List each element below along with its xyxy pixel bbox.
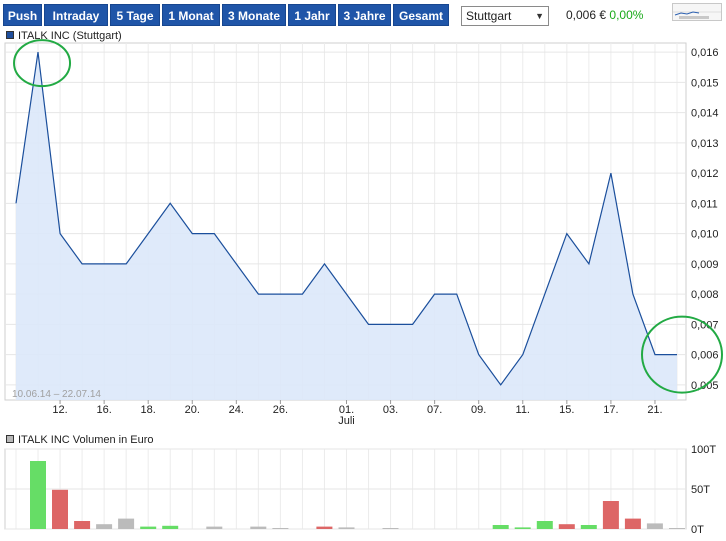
price-x-tick-label: 09. [471,404,486,416]
volume-bar [492,525,509,529]
price-x-tick-label: 26. [273,404,288,416]
volume-bar [669,528,685,529]
price-x-tick-label: 07. [427,404,442,416]
price-x-tick-label: 11. [516,404,530,416]
price-x-tick-label: 18. [141,404,156,416]
volume-y-tick-label: 50T [691,484,710,496]
date-range-label: 10.06.14 – 22.07.14 [12,389,101,400]
price-x-tick-label: 12. [52,404,67,416]
volume-y-tick-label: 0T [691,524,704,536]
price-y-tick-label: 0,010 [691,229,719,241]
volume-bar [646,523,663,529]
price-y-tick-label: 0,014 [691,108,719,120]
volume-bar [74,521,91,529]
price-chart: 0,016 0,015 0,014 0,013 0,012 0,011 0,010 0,009… [4,39,723,536]
volume-bar [30,461,46,529]
price-y-tick-label: 0,012 [691,168,719,180]
volume-bar [602,501,619,529]
volume-bar [250,526,267,529]
price-y-tick-label: 0,013 [691,138,719,150]
volume-bar [118,518,135,529]
price-x-tick-label: 17. [603,404,618,416]
volume-bar [580,525,597,529]
volume-legend-label: ITALK INC Volumen in Euro [18,434,154,446]
volume-bar [96,524,113,529]
price-x-month-label: Juli [338,415,355,427]
price-x-tick-label: 16. [96,404,111,416]
volume-bar [162,525,179,529]
volume-bar [272,528,289,529]
volume-bar [52,489,68,529]
volume-bar [382,528,399,529]
volume-bar [140,526,157,529]
volume-bar [206,526,223,529]
price-y-tick-label: 0,016 [691,47,719,59]
price-y-tick-label: 0,006 [691,350,719,362]
price-y-tick-label: 0,007 [691,319,719,331]
price-y-tick-label: 0,008 [691,289,719,301]
price-y-tick-label: 0,011 [691,198,718,210]
volume-bar [514,527,531,529]
volume-legend: ITALK INC Volumen in Euro [6,434,154,446]
price-x-tick-label: 24. [229,404,244,416]
price-y-tick-label: 0,015 [691,77,719,89]
price-x-tick-label: 15. [559,404,574,416]
volume-bar [316,526,333,529]
volume-legend-swatch [6,435,14,443]
price-x-tick-label: 20. [185,404,200,416]
volume-y-tick-label: 100T [691,444,716,456]
price-y-tick-label: 0,009 [691,259,719,271]
price-x-tick-label: 21. [647,404,662,416]
volume-bar [624,518,641,529]
volume-bar [338,527,355,529]
volume-bar [536,521,553,529]
price-x-tick-label: 03. [383,404,398,416]
volume-bar [558,524,575,529]
